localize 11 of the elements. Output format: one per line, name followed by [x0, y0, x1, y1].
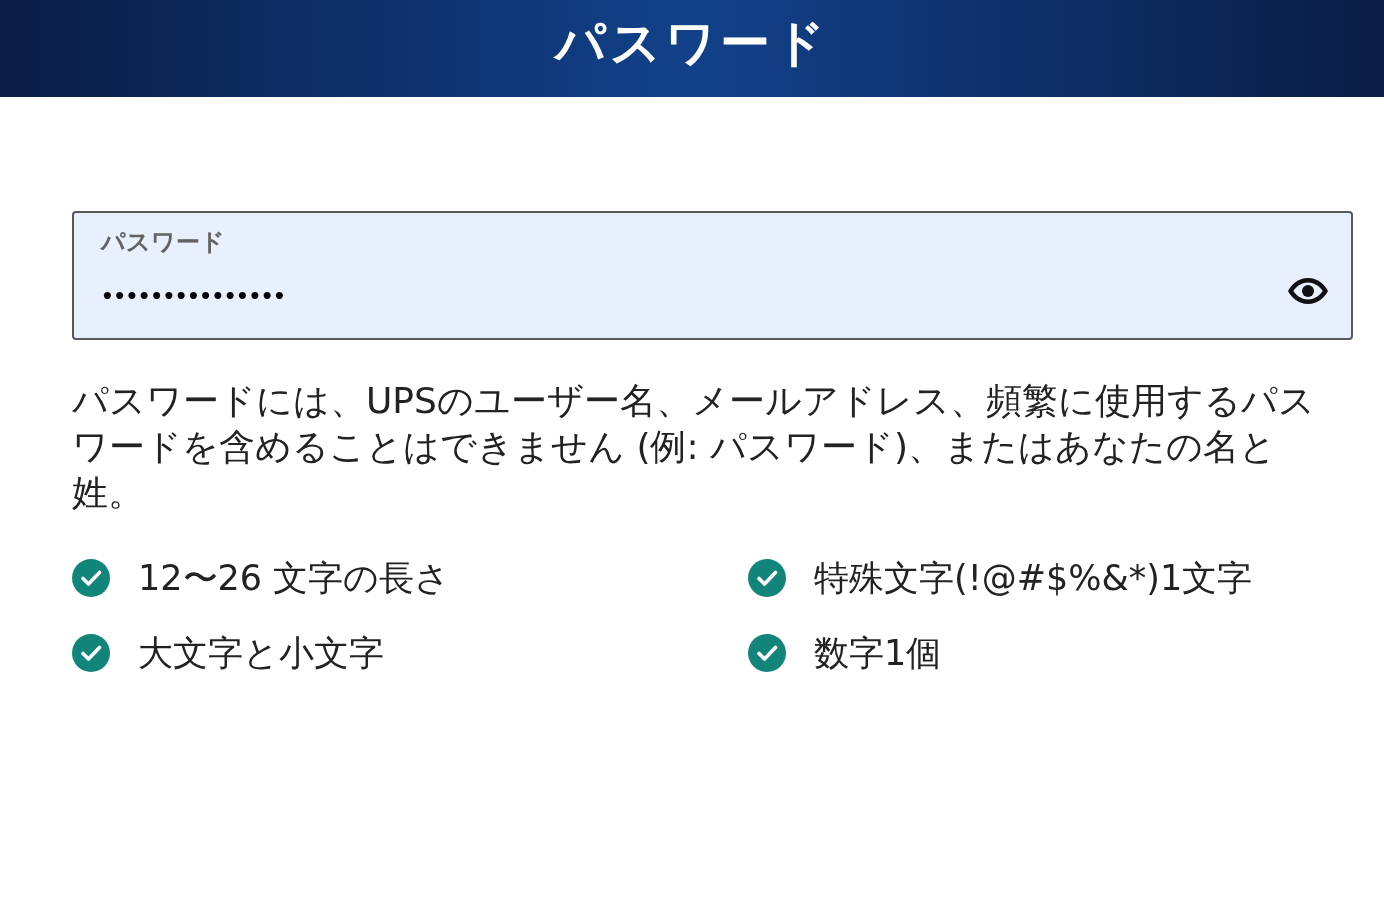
requirement-text: 特殊文字(!@#$%&*)1文字	[814, 557, 1253, 600]
password-field[interactable]: パスワード •••••••••••••••	[72, 211, 1353, 340]
requirement-text: 数字1個	[814, 632, 942, 675]
show-password-button[interactable]	[1287, 276, 1329, 306]
requirement-text: 12〜26 文字の長さ	[138, 557, 451, 600]
password-hint-text: パスワードには、UPSのユーザー名、メールアドレス、頻繁に使用するパスワードを含めることはできません (例: パスワード)、またはあなたの名と姓。	[72, 379, 1316, 515]
page-title: パスワード	[555, 17, 829, 68]
requirement-text: 大文字と小文字	[138, 632, 384, 675]
password-input[interactable]: •••••••••••••••	[101, 281, 321, 311]
field-label: パスワード	[101, 227, 225, 257]
eye-icon	[1287, 276, 1329, 306]
